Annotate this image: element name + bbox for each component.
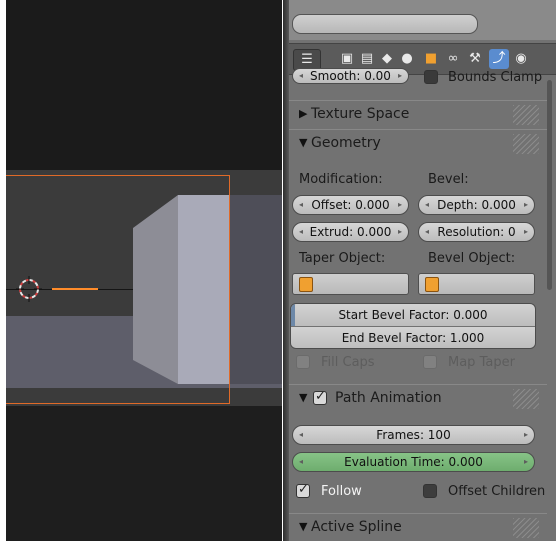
- taper-object-label: Taper Object:: [299, 251, 386, 266]
- header-strip: [289, 0, 556, 40]
- render-icon[interactable]: ▣: [337, 49, 357, 69]
- bounds-clamp-checkbox[interactable]: [424, 70, 438, 84]
- modification-label: Modification:: [299, 172, 383, 187]
- constraints-icon[interactable]: ∞: [443, 49, 463, 69]
- geometry-header[interactable]: ▼ Geometry: [289, 129, 547, 158]
- scroll-slider[interactable]: [292, 14, 478, 34]
- object-icon[interactable]: ■: [421, 49, 441, 69]
- follow-checkbox[interactable]: [296, 482, 310, 498]
- render-layers-icon[interactable]: ▤: [357, 49, 377, 69]
- start-bevel-factor-field[interactable]: Start Bevel Factor: 0.000: [291, 304, 535, 326]
- bevel-object-label: Bevel Object:: [428, 251, 516, 266]
- resolution-field[interactable]: ◂ Resolution: 0 ▸: [418, 222, 535, 242]
- bevel-object-field[interactable]: [418, 273, 535, 295]
- collapse-arrow-icon: ▼: [299, 391, 308, 404]
- panel-grip-icon[interactable]: [513, 518, 539, 538]
- modifiers-icon[interactable]: ⚒: [465, 49, 485, 69]
- extrude-field[interactable]: ◂ Extrud: 0.000 ▸: [292, 222, 409, 242]
- object-cube-icon: [299, 277, 313, 292]
- 3d-cursor-icon[interactable]: [16, 276, 42, 302]
- panel-scrollbar[interactable]: [547, 80, 552, 290]
- bounds-clamp-label: Bounds Clamp: [448, 70, 543, 85]
- taper-object-field[interactable]: [292, 273, 409, 295]
- depth-field[interactable]: ◂ Depth: 0.000 ▸: [418, 195, 535, 215]
- evaluation-time-field[interactable]: ◂ Evaluation Time: 0.000 ▸: [292, 452, 535, 472]
- panel-grip-icon[interactable]: [513, 389, 539, 409]
- panel-border: [283, 0, 289, 541]
- collapse-arrow-icon: ▼: [299, 136, 308, 149]
- panel-grip-icon[interactable]: [513, 134, 539, 154]
- texture-space-header[interactable]: ▶ Texture Space: [289, 100, 547, 129]
- follow-label: Follow: [321, 484, 362, 499]
- offset-children-checkbox[interactable]: [423, 484, 437, 498]
- end-bevel-factor-field[interactable]: End Bevel Factor: 1.000: [291, 327, 535, 348]
- bevel-label: Bevel:: [428, 172, 469, 187]
- path-animation-checkbox[interactable]: [313, 389, 327, 405]
- path-animation-header[interactable]: ▼ Path Animation: [289, 384, 547, 413]
- properties-panel: ☰ ▣ ▤ ◆ ● ■ ∞ ⚒ ⤴ ◉ ◂ Smooth: 0.00 ▸ Bound…: [283, 0, 556, 541]
- factor-fill: [291, 304, 295, 326]
- 3d-viewport[interactable]: [6, 0, 282, 541]
- panel-grip-icon[interactable]: [513, 105, 539, 125]
- curve-origin-line: [52, 288, 98, 290]
- offset-children-label: Offset Children: [448, 484, 546, 499]
- offset-field[interactable]: ◂ Offset: 0.000 ▸: [292, 195, 409, 215]
- material-icon[interactable]: ◉: [511, 49, 531, 69]
- fill-caps-label: Fill Caps: [321, 355, 375, 370]
- expand-arrow-icon: ▶: [299, 107, 308, 120]
- scene-icon[interactable]: ◆: [377, 49, 397, 69]
- active-spline-header[interactable]: ▼ Active Spline: [289, 513, 547, 541]
- map-taper-checkbox[interactable]: [423, 355, 437, 369]
- object-cube-icon: [425, 277, 439, 292]
- collapse-arrow-icon: ▼: [299, 520, 308, 533]
- frames-field[interactable]: ◂ Frames: 100 ▸: [292, 425, 535, 445]
- bevel-factor-group: Start Bevel Factor: 0.000 End Bevel Fact…: [290, 303, 536, 349]
- map-taper-label: Map Taper: [448, 355, 515, 370]
- curve-data-icon[interactable]: ⤴: [489, 49, 509, 69]
- fill-caps-checkbox[interactable]: [296, 355, 310, 369]
- world-icon[interactable]: ●: [397, 49, 417, 69]
- smooth-field[interactable]: ◂ Smooth: 0.00 ▸: [292, 68, 409, 84]
